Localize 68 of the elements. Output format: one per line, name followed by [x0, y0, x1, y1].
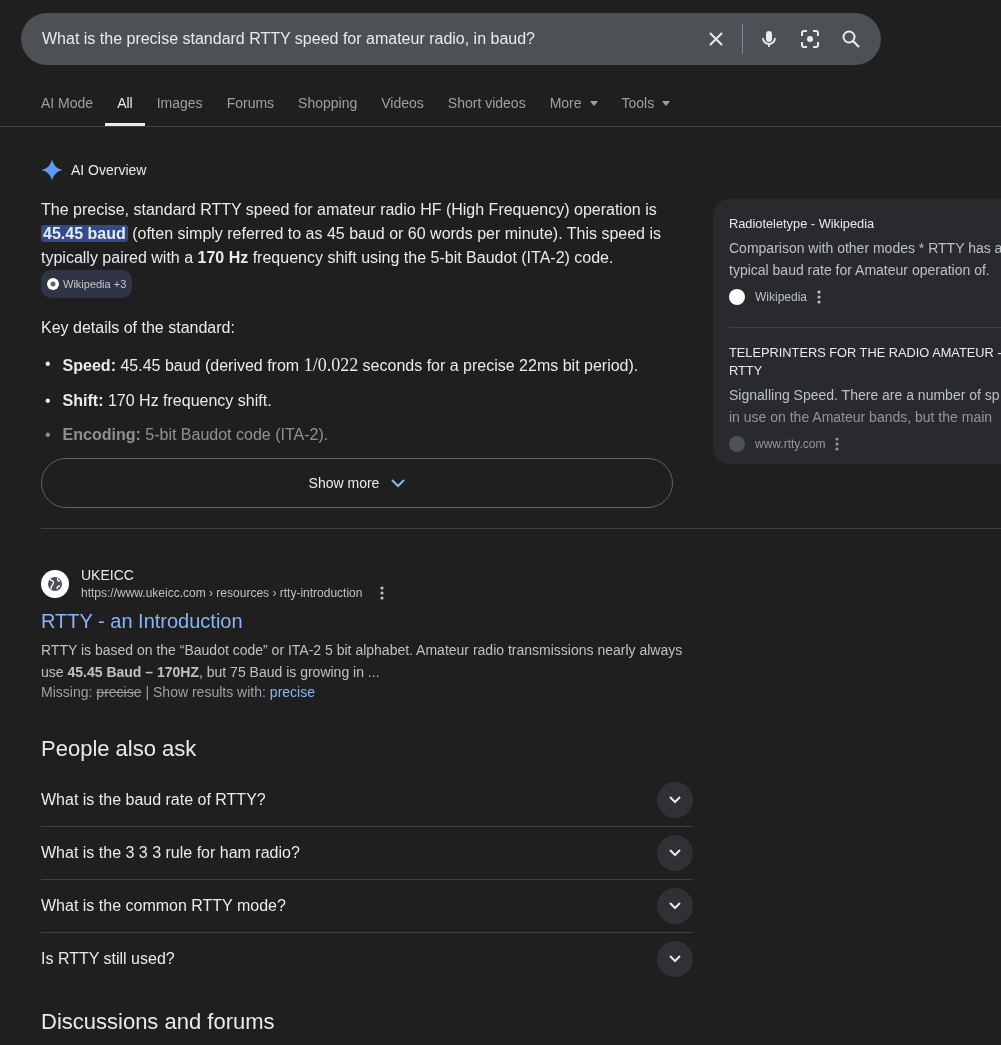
source-site: Wikipedia: [755, 290, 808, 304]
show-more-button[interactable]: Show more: [41, 458, 673, 508]
caret-icon: [589, 100, 598, 106]
search-field[interactable]: What is the precise standard RTTY speed for amateur radio, in baud?: [21, 13, 881, 65]
chevron-down-icon: [669, 796, 681, 804]
detail-bullet: • Shift: 170 Hz frequency shift.: [44, 392, 272, 410]
more-options-icon[interactable]: [817, 290, 822, 304]
chevron-down-icon: [669, 955, 681, 963]
ai-overview-title: AI Overview: [71, 162, 147, 178]
microphone-icon[interactable]: [759, 29, 779, 49]
search-tab[interactable]: Shopping: [286, 87, 370, 126]
search-tab[interactable]: All: [105, 87, 145, 126]
sparkle-icon: [41, 159, 63, 181]
question-text: What is the common RTTY mode?: [41, 897, 286, 915]
result-title-link[interactable]: RTTY - an Introduction: [41, 610, 693, 633]
search-icon[interactable]: [841, 29, 861, 49]
source-snippet: typical baud rate for Amateur operation of.: [729, 261, 991, 280]
result-url: https://www.ukeicc.com › resources › rtty-introduction: [81, 586, 363, 600]
question-row[interactable]: What is the common RTTY mode?: [41, 880, 693, 933]
section-heading: People also ask: [41, 736, 198, 762]
site-logo-icon: [729, 289, 745, 305]
chevron-down-icon: [391, 478, 406, 488]
globe-icon: [41, 569, 69, 598]
search-tab[interactable]: Videos: [369, 87, 436, 126]
question-row[interactable]: What is the baud rate of RTTY?: [41, 774, 693, 827]
expand-button[interactable]: [657, 888, 693, 924]
detail-bullet: • Speed: 45.45 baud (derived from 1/0.022 seconds for a precise 22ms bit period).: [44, 355, 639, 376]
source-snippet: in use on the Amateur bands, but the main: [729, 408, 994, 427]
details-heading: Key details of the standard:: [41, 319, 236, 337]
question-row[interactable]: What is the 3 3 3 rule for ham radio?: [41, 827, 693, 880]
expand-button[interactable]: [657, 835, 693, 871]
dropdown-tab[interactable]: Tools: [609, 87, 683, 126]
search-tab[interactable]: AI Mode: [29, 87, 106, 126]
source-entry[interactable]: TELEPRINTERS FOR THE RADIO AMATEUR - RTTY Signalling Speed. There are a number of sp in use on the Amateur bands, but the main www.rtty.com: [729, 344, 1001, 452]
question-row[interactable]: Is RTTY still used?: [41, 933, 693, 985]
show-results-link[interactable]: precise: [269, 684, 315, 700]
caret-icon: [662, 100, 671, 106]
show-results-label: | Show results with:: [145, 684, 266, 700]
expand-button[interactable]: [657, 782, 693, 818]
overview-paragraph: The precise, standard RTTY speed for amateur radio HF (High Frequency) operation is 45.45 baud (often simply referred to as 45 baud or 60 words per minute). This speed is typically paired with a 170 Hz frequency shift using the 5-bit Baudot (ITA-2) code. Wikipedia +3: [41, 198, 666, 299]
site-name: UKEICC: [81, 567, 135, 583]
search-input[interactable]: What is the precise standard RTTY speed for amateur radio, in baud?: [42, 30, 686, 48]
question-text: What is the baud rate of RTTY?: [41, 791, 266, 809]
camera-icon[interactable]: [799, 28, 821, 50]
citation-chip[interactable]: Wikipedia +3: [41, 270, 133, 298]
chevron-down-icon: [669, 849, 681, 857]
more-options-icon[interactable]: [835, 437, 840, 451]
search-tab[interactable]: Short videos: [435, 87, 538, 126]
question-text: What is the 3 3 3 rule for ham radio?: [41, 844, 300, 862]
missing-label: Missing:: [41, 684, 93, 700]
chevron-down-icon: [669, 902, 681, 910]
missing-term: precise: [96, 684, 142, 700]
dropdown-tab[interactable]: More: [537, 87, 610, 126]
search-tab[interactable]: Forums: [214, 87, 287, 126]
source-title[interactable]: TELEPRINTERS FOR THE RADIO AMATEUR -: [729, 344, 1001, 362]
site-logo-icon: [47, 278, 59, 290]
more-options-icon[interactable]: [380, 586, 385, 600]
result-snippet: RTTY is based on the “Baudot code” or ITA-2 5 bit alphabet. Amateur radio transmissions nearly always use 45.45 Baud – 170HZ, but 75 Baud is growing in ...: [41, 641, 684, 682]
source-site: www.rtty.com: [755, 437, 826, 451]
search-tab[interactable]: Images: [144, 87, 215, 126]
source-title[interactable]: Radioteletype - Wikipedia: [729, 215, 1001, 233]
detail-bullet: • Encoding: 5-bit Baudot code (ITA-2).: [44, 426, 329, 444]
source-title[interactable]: RTTY: [729, 362, 1001, 380]
expand-button[interactable]: [657, 941, 693, 977]
source-snippet: Signalling Speed. There are a number of sp: [729, 386, 1001, 405]
section-heading: Discussions and forums: [41, 1009, 276, 1035]
question-text: Is RTTY still used?: [41, 950, 175, 968]
site-logo-icon: [729, 436, 745, 452]
